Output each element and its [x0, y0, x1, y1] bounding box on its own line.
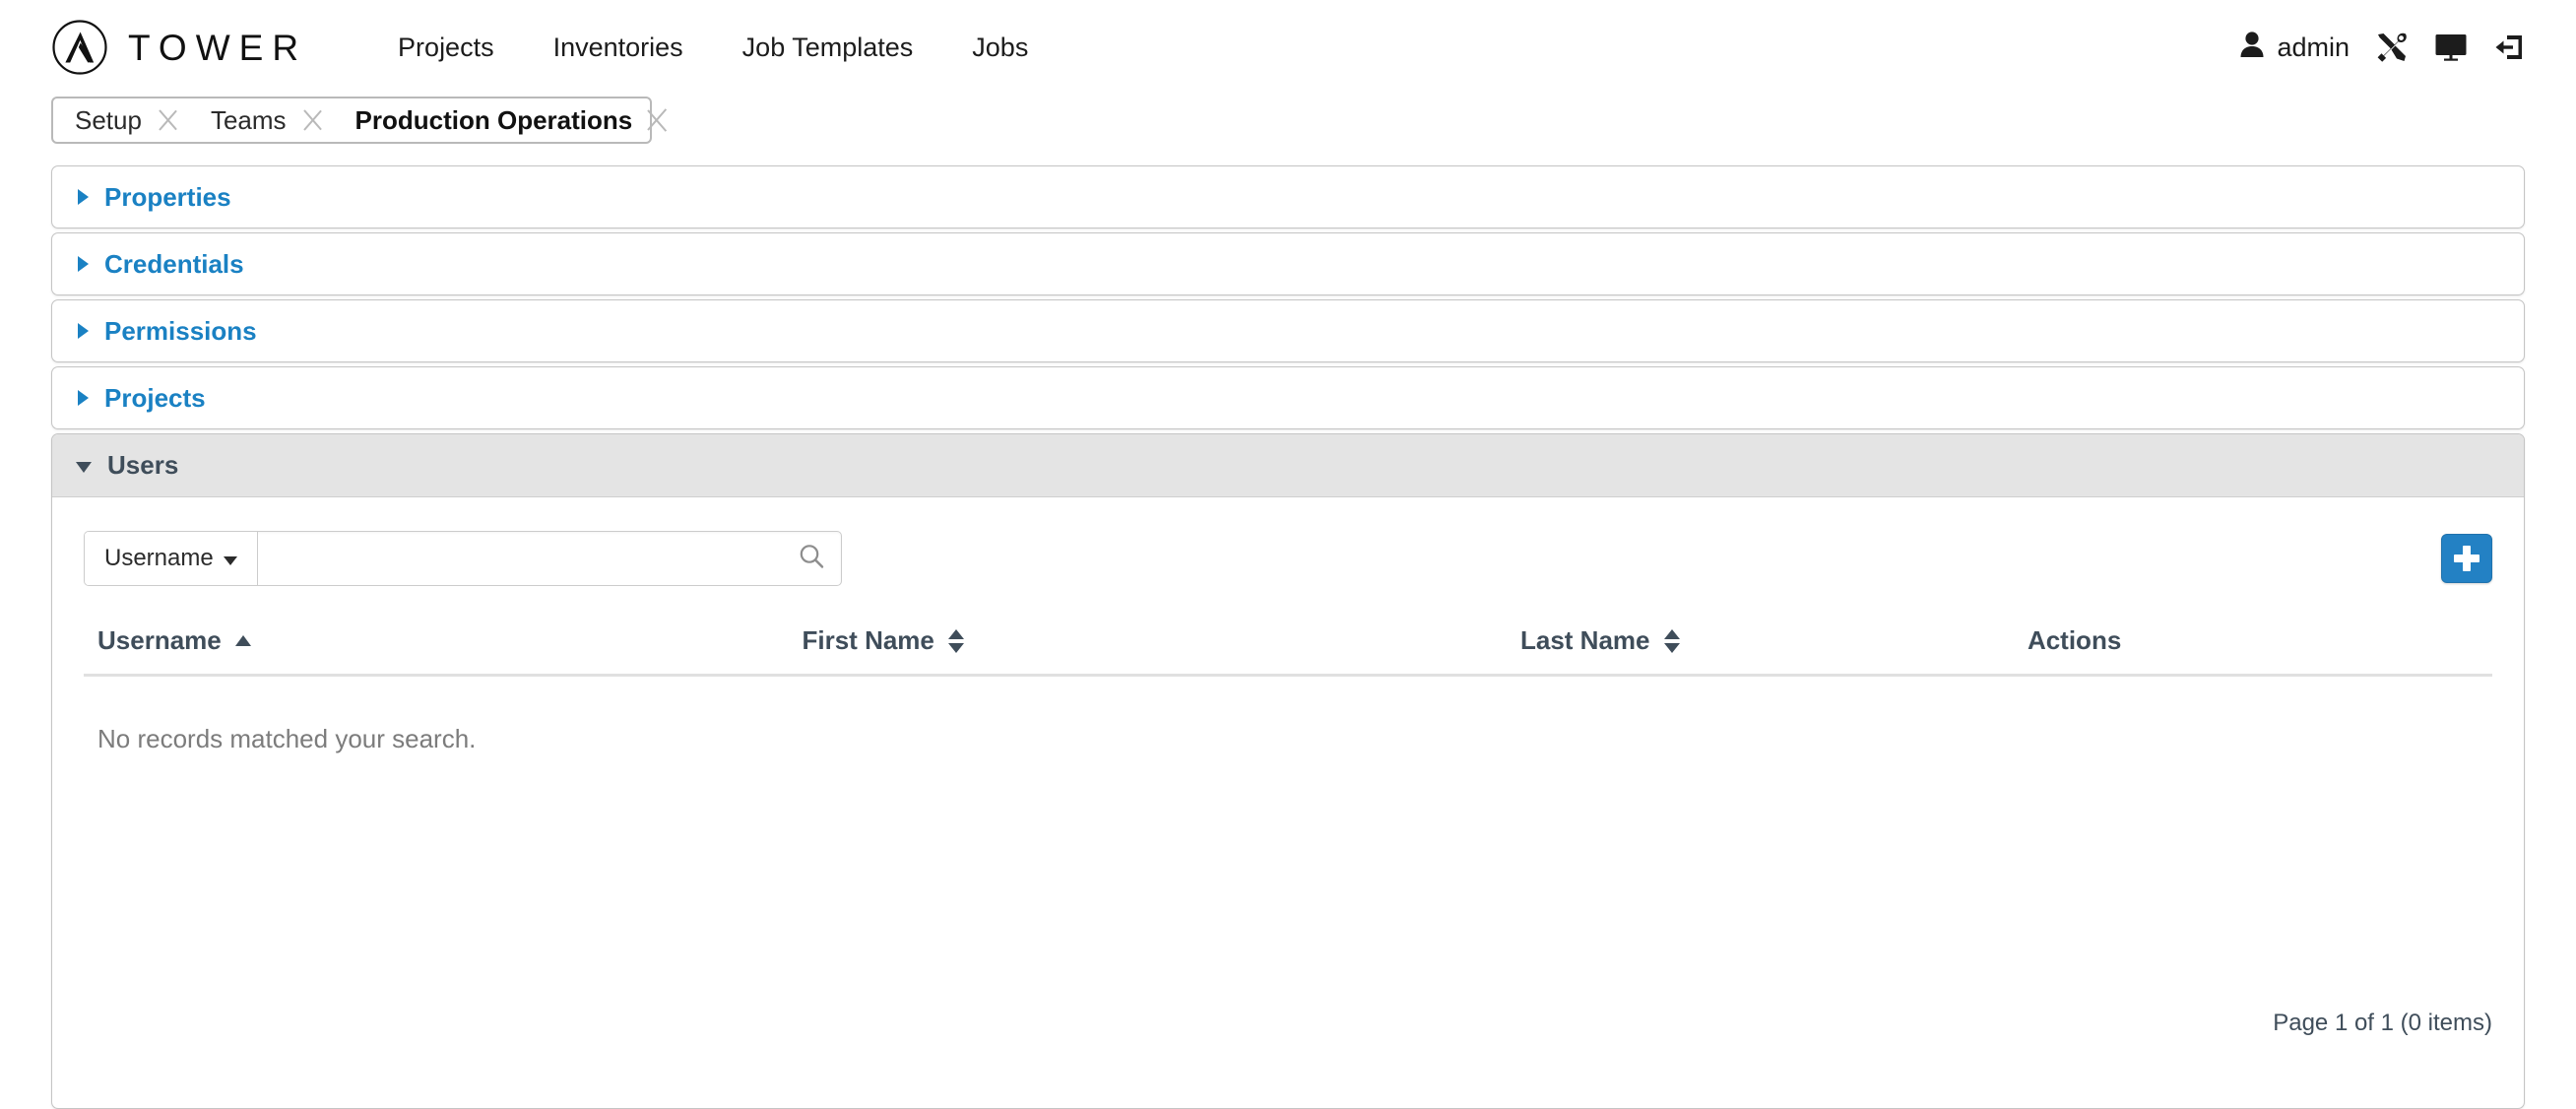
primary-nav: Projects Inventories Job Templates Jobs — [368, 23, 1058, 73]
panel-users: Users Username Username First Name Last … — [51, 433, 2525, 1109]
nav-item-jobs[interactable]: Jobs — [942, 23, 1058, 73]
panel-title-credentials: Credentials — [104, 248, 244, 279]
users-table: Username First Name Last Name Actions — [84, 625, 2492, 677]
search-field-selector[interactable]: Username — [85, 532, 258, 585]
search-input[interactable] — [257, 532, 841, 585]
breadcrumb-end-chevron-icon — [648, 98, 679, 142]
brand-title: TOWER — [128, 27, 308, 68]
search-input-wrapper — [257, 532, 841, 585]
panel-title-projects: Projects — [104, 382, 206, 413]
column-header-first-name[interactable]: First Name — [802, 625, 1520, 677]
search-group: Username — [84, 531, 842, 586]
current-user-menu[interactable]: admin — [2239, 31, 2350, 65]
users-panel-body: Username Username First Name Last Name A… — [52, 497, 2524, 1108]
users-table-head: Username First Name Last Name Actions — [84, 625, 2492, 677]
panel-title-properties: Properties — [104, 181, 231, 212]
monitor-icon[interactable] — [2434, 33, 2468, 62]
chevron-right-icon — [78, 256, 89, 272]
user-icon — [2239, 31, 2265, 65]
ansible-a-logo-icon — [51, 19, 108, 76]
panel-header-users[interactable]: Users — [52, 434, 2524, 497]
panel-permissions: Permissions — [51, 299, 2525, 362]
table-header-row: Username First Name Last Name Actions — [84, 625, 2492, 677]
search-field-selector-label: Username — [104, 545, 214, 571]
empty-state-message: No records matched your search. — [97, 724, 477, 753]
column-label-last-name: Last Name — [1520, 625, 1650, 655]
panel-header-projects[interactable]: Projects — [52, 367, 2524, 428]
nav-item-inventories[interactable]: Inventories — [524, 23, 713, 73]
panel-credentials: Credentials — [51, 232, 2525, 295]
panel-title-permissions: Permissions — [104, 315, 257, 346]
top-bar-actions: admin — [2239, 31, 2525, 65]
column-label-first-name: First Name — [802, 625, 934, 655]
column-label-actions: Actions — [2027, 625, 2122, 655]
panel-projects: Projects — [51, 366, 2525, 429]
chevron-down-icon — [76, 461, 92, 473]
plus-icon — [2454, 546, 2479, 571]
breadcrumb: Setup Teams Production Operations — [51, 97, 653, 144]
breadcrumb-separator-icon — [302, 98, 332, 142]
column-header-actions: Actions — [2027, 625, 2492, 677]
panel-title-users: Users — [107, 450, 179, 480]
add-user-button[interactable] — [2441, 534, 2492, 583]
chevron-right-icon — [78, 189, 89, 205]
users-search-row: Username — [84, 531, 2492, 586]
logout-icon[interactable] — [2493, 33, 2525, 62]
breadcrumb-item-teams[interactable]: Teams — [187, 98, 302, 142]
brand-logo[interactable]: TOWER — [51, 19, 311, 76]
panel-header-credentials[interactable]: Credentials — [52, 233, 2524, 294]
panel-properties: Properties — [51, 165, 2525, 228]
sort-toggle-icon — [1663, 628, 1680, 653]
sort-toggle-icon — [947, 628, 964, 653]
column-header-username[interactable]: Username — [84, 625, 803, 677]
tools-icon[interactable] — [2375, 32, 2409, 63]
breadcrumb-item-current: Production Operations — [354, 104, 633, 135]
panel-header-permissions[interactable]: Permissions — [52, 300, 2524, 361]
current-user-name: admin — [2277, 32, 2350, 62]
nav-item-job-templates[interactable]: Job Templates — [713, 23, 943, 73]
column-header-last-name[interactable]: Last Name — [1520, 625, 2028, 677]
team-detail-panels: Properties Credentials Permissions Proje… — [0, 165, 2576, 1109]
sort-ascending-icon — [234, 635, 251, 646]
nav-item-projects[interactable]: Projects — [368, 23, 524, 73]
pagination-status: Page 1 of 1 (0 items) — [2273, 1010, 2492, 1036]
chevron-right-icon — [78, 323, 89, 339]
top-navigation-bar: TOWER Projects Inventories Job Templates… — [0, 0, 2576, 95]
column-label-username: Username — [97, 625, 222, 655]
breadcrumb-separator-icon — [158, 98, 187, 142]
panel-header-properties[interactable]: Properties — [52, 166, 2524, 228]
breadcrumb-item-setup[interactable]: Setup — [53, 98, 158, 142]
chevron-down-icon — [223, 555, 237, 565]
breadcrumb-wrapper: Setup Teams Production Operations — [0, 97, 2576, 144]
chevron-right-icon — [78, 390, 89, 406]
